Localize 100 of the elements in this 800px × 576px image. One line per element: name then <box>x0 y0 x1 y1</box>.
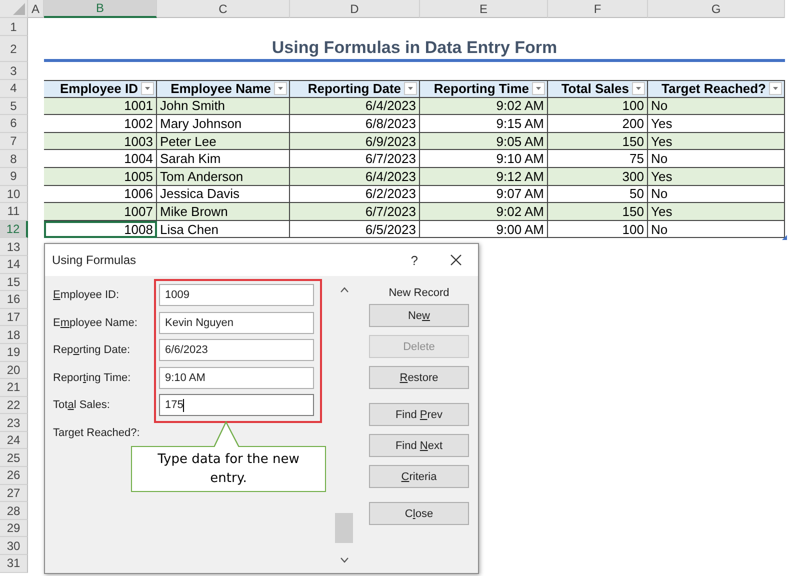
row-header[interactable]: 11 <box>0 203 28 221</box>
column-header[interactable]: G <box>648 0 785 18</box>
column-header[interactable]: F <box>548 0 648 18</box>
row-header[interactable]: 27 <box>0 484 28 502</box>
table-cell: 6/2/2023 <box>290 186 420 204</box>
table-resize-handle[interactable] <box>782 235 787 240</box>
filter-dropdown-button[interactable] <box>632 82 645 96</box>
column-heading: Total Sales <box>561 81 629 96</box>
row-header[interactable]: 5 <box>0 98 28 116</box>
table-cell: 1002 <box>44 115 157 133</box>
record-status: New Record <box>388 287 450 299</box>
row-header[interactable]: 25 <box>0 449 28 468</box>
row-header[interactable]: 29 <box>0 520 28 538</box>
table-cell: 9:05 AM <box>420 132 548 150</box>
table-cell: 75 <box>548 150 648 168</box>
caret-down-icon[interactable] <box>340 557 348 563</box>
row-header[interactable]: 3 <box>0 62 28 80</box>
row-header[interactable]: 17 <box>0 308 28 326</box>
field-label: Target Reached?: <box>53 426 141 440</box>
row-header[interactable]: 13 <box>0 238 28 256</box>
column-header[interactable]: E <box>420 0 548 18</box>
row-header[interactable]: 26 <box>0 467 28 485</box>
table-cell: 6/4/2023 <box>290 168 420 186</box>
row-header[interactable]: 14 <box>0 256 28 274</box>
table-cell: 6/8/2023 <box>290 115 420 133</box>
dialog-button[interactable]: Close <box>369 502 469 525</box>
filter-dropdown-button[interactable] <box>404 82 417 96</box>
input-field[interactable]: Kevin Nguyen <box>159 312 314 334</box>
dialog-button[interactable]: Find Prev <box>369 403 469 426</box>
dialog-button[interactable]: Criteria <box>369 465 469 488</box>
row-header[interactable]: 23 <box>0 414 28 432</box>
field-label: Employee Name: <box>53 316 138 330</box>
sheet-title: Using Formulas in Data Entry Form <box>44 36 785 62</box>
column-header[interactable]: A <box>28 0 44 18</box>
row-header[interactable]: 10 <box>0 186 28 204</box>
dialog-title: Using Formulas <box>52 253 138 267</box>
table-cell: 1006 <box>44 186 157 204</box>
row-header[interactable]: 28 <box>0 502 28 520</box>
row-header[interactable]: 15 <box>0 274 28 292</box>
table-cell: 1008 <box>44 220 157 238</box>
column-heading: Employee ID <box>60 81 138 96</box>
table-cell: 6/7/2023 <box>290 150 420 168</box>
field-label: Total Sales: <box>53 398 111 413</box>
row-header[interactable]: 30 <box>0 537 28 556</box>
filter-dropdown-button[interactable] <box>274 82 287 96</box>
table-cell: 9:15 AM <box>420 115 548 133</box>
dialog-button[interactable]: Restore <box>369 366 469 389</box>
row-header[interactable]: 31 <box>0 555 28 573</box>
row-header[interactable]: 8 <box>0 150 28 168</box>
table-cell: No <box>648 186 785 204</box>
column-heading: Employee Name <box>170 81 271 96</box>
table-cell: Yes <box>648 203 785 221</box>
row-header[interactable]: 2 <box>0 36 28 62</box>
table-cell: No <box>648 98 785 116</box>
filter-dropdown-button[interactable] <box>769 82 782 96</box>
row-header[interactable]: 18 <box>0 326 28 344</box>
row-header[interactable]: 6 <box>0 115 28 133</box>
input-field[interactable]: 175 <box>159 394 314 416</box>
row-header[interactable]: 19 <box>0 344 28 362</box>
row-header[interactable]: 9 <box>0 168 28 186</box>
close-icon[interactable] <box>450 254 462 266</box>
row-header[interactable]: 16 <box>0 291 28 309</box>
column-header[interactable]: B <box>44 0 157 18</box>
help-button[interactable]: ? <box>408 252 420 268</box>
input-field[interactable]: 1009 <box>159 284 314 306</box>
table-cell: 6/9/2023 <box>290 132 420 150</box>
row-header[interactable]: 24 <box>0 432 28 450</box>
filter-dropdown-button[interactable] <box>141 82 154 96</box>
column-header[interactable]: C <box>157 0 290 18</box>
scroll-thumb[interactable] <box>335 513 353 543</box>
row-header[interactable]: 12 <box>0 220 28 238</box>
table-cell: 100 <box>548 220 648 238</box>
callout-pointer <box>214 421 240 447</box>
table-cell: 150 <box>548 203 648 221</box>
row-header[interactable]: 4 <box>0 80 28 98</box>
row-header[interactable]: 20 <box>0 362 28 380</box>
table-cell: 1004 <box>44 150 157 168</box>
table-cell: 9:10 AM <box>420 150 548 168</box>
dialog-button[interactable]: New <box>369 304 469 327</box>
row-header[interactable]: 7 <box>0 132 28 150</box>
field-label: Reporting Date: <box>53 343 132 358</box>
field-label: Reporting Time: <box>53 370 132 386</box>
input-field[interactable]: 6/6/2023 <box>159 339 314 361</box>
table-cell: 6/4/2023 <box>290 98 420 116</box>
table-cell: 150 <box>548 132 648 150</box>
caret-up-icon[interactable] <box>340 287 348 293</box>
row-header[interactable]: 1 <box>0 18 28 36</box>
row-header[interactable]: 21 <box>0 379 28 397</box>
table-cell: 100 <box>548 98 648 116</box>
table-cell: 9:12 AM <box>420 168 548 186</box>
row-header[interactable]: 22 <box>0 396 28 414</box>
column-header[interactable]: D <box>290 0 420 18</box>
table-cell: 200 <box>548 115 648 133</box>
field-label: Employee ID: <box>53 288 120 303</box>
column-heading: Target Reached? <box>661 81 766 96</box>
dialog-button[interactable]: Find Next <box>369 434 469 457</box>
table-cell: Yes <box>648 168 785 186</box>
table-cell: 9:02 AM <box>420 203 548 221</box>
input-field[interactable]: 9:10 AM <box>159 366 314 388</box>
filter-dropdown-button[interactable] <box>532 82 545 96</box>
